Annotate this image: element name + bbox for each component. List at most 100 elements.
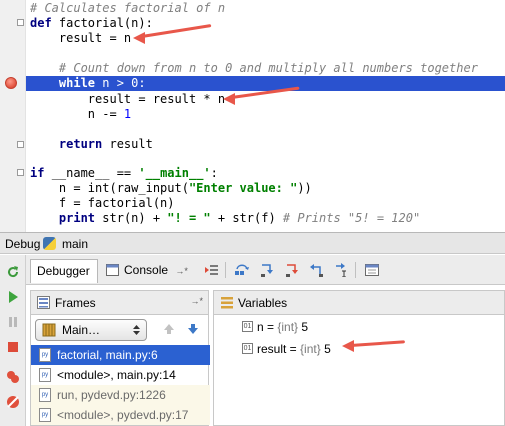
code-line[interactable]: result = result * n <box>30 92 225 107</box>
frames-label: Frames <box>55 296 96 310</box>
variable-type: {int} <box>300 342 321 356</box>
code-token: if <box>30 166 52 180</box>
debug-action-strip <box>0 255 26 426</box>
tab-console-label: Console <box>124 263 169 277</box>
code-token: n > <box>102 76 132 90</box>
frame-row[interactable]: py run, pydevd.py:1226 <box>31 385 210 405</box>
code-line[interactable]: if __name__ == '__main__': <box>30 166 218 181</box>
code-token: n = int(raw_input( <box>30 181 189 195</box>
run-to-cursor-icon[interactable] <box>335 263 349 277</box>
code-token: : <box>210 166 218 180</box>
tab-debugger[interactable]: Debugger <box>30 259 98 283</box>
frames-header: Frames →* <box>31 291 208 315</box>
resume-icon[interactable] <box>6 290 20 304</box>
evaluate-expression-icon[interactable] <box>365 263 379 277</box>
frame-row[interactable]: py <module>, main.py:14 <box>31 365 210 385</box>
breakpoint-icon[interactable] <box>5 77 17 89</box>
toolbar-separator <box>355 262 356 278</box>
code-line[interactable]: def factorial(n): <box>30 16 153 31</box>
variable-value: 5 <box>301 320 309 334</box>
console-pin-icon[interactable]: →* <box>175 266 188 276</box>
debug-tool-window-header: Debug main <box>0 232 505 254</box>
show-execution-point-icon[interactable] <box>205 263 219 277</box>
debug-toolbar: Debugger Console →* <box>26 255 505 285</box>
console-icon <box>106 264 119 276</box>
frames-pin-icon[interactable]: →* <box>190 296 203 306</box>
frame-label: run, pydevd.py:1226 <box>57 388 166 402</box>
thread-icon <box>42 323 56 337</box>
code-token: "! = " <box>167 211 211 225</box>
stop-icon[interactable] <box>6 340 20 354</box>
frame-down-icon[interactable] <box>187 323 199 335</box>
code-token: def <box>30 16 59 30</box>
code-token: __name__ == <box>51 166 139 180</box>
code-token: return <box>58 137 110 151</box>
code-token: "Enter value: " <box>188 181 298 195</box>
variable-row[interactable]: n = {int} 5 <box>257 317 308 337</box>
code-line[interactable]: return result <box>30 137 153 152</box>
code-token: n -= <box>30 107 124 121</box>
editor-gutter[interactable] <box>0 0 26 232</box>
variable-type: {int} <box>277 320 299 334</box>
tab-console[interactable]: Console →* <box>100 259 194 283</box>
pause-icon[interactable] <box>6 315 20 329</box>
step-into-icon[interactable] <box>260 263 274 277</box>
code-token: # Prints "5! = 120" <box>282 211 421 225</box>
tab-debugger-label: Debugger <box>37 264 90 278</box>
primitive-variable-icon: 01 <box>242 343 253 354</box>
fold-marker-icon[interactable] <box>17 141 24 148</box>
code-token: + str(f) <box>210 211 283 225</box>
fold-marker-icon[interactable] <box>17 19 24 26</box>
code-token: str(n) + <box>102 211 168 225</box>
variable-row[interactable]: result = {int} 5 <box>257 339 331 359</box>
variables-label: Variables <box>238 296 288 310</box>
frame-row[interactable]: py <module>, pydevd.py:17 <box>31 405 210 425</box>
variable-equals: = <box>286 342 301 356</box>
rerun-icon[interactable] <box>6 265 20 279</box>
view-breakpoints-icon[interactable] <box>6 370 20 384</box>
code-token: print <box>58 211 103 225</box>
step-out-icon[interactable] <box>310 263 324 277</box>
code-token: factorial(n): <box>58 16 153 30</box>
code-token: f = factorial(n) <box>30 196 175 210</box>
code-token: result = result * n <box>30 92 226 106</box>
code-line[interactable]: result = n <box>30 31 131 46</box>
code-line[interactable]: print str(n) + "! = " + str(f) # Prints … <box>30 211 420 226</box>
execution-point-line[interactable]: while n > 0: <box>26 76 505 91</box>
frame-up-icon[interactable] <box>163 323 175 335</box>
python-file-icon: py <box>39 388 51 402</box>
force-step-into-icon[interactable] <box>285 263 299 277</box>
thread-select[interactable]: Main… <box>35 319 147 341</box>
frame-label: factorial, main.py:6 <box>57 348 158 362</box>
code-token: 1 <box>123 107 132 121</box>
code-line[interactable]: f = factorial(n) <box>30 196 175 211</box>
code-token: result <box>109 137 153 151</box>
frame-row[interactable]: py factorial, main.py:6 <box>31 345 210 365</box>
mute-breakpoints-icon[interactable] <box>6 395 20 409</box>
code-token: # Calculates factorial of n <box>30 1 226 15</box>
fold-marker-icon[interactable] <box>17 169 24 176</box>
code-token: result = n <box>30 31 132 45</box>
variables-header: Variables <box>214 291 504 315</box>
frame-label: <module>, pydevd.py:17 <box>57 408 189 422</box>
step-over-icon[interactable] <box>235 263 249 277</box>
code-editor[interactable]: # Calculates factorial of n def factorial… <box>0 0 505 232</box>
thread-select-value: Main… <box>62 323 101 337</box>
variable-equals: = <box>263 320 278 334</box>
frame-label: <module>, main.py:14 <box>57 368 176 382</box>
code-line[interactable]: # Count down from n to 0 and multiply al… <box>30 61 478 76</box>
primitive-variable-icon: 01 <box>242 321 253 332</box>
code-line[interactable]: # Calculates factorial of n <box>30 1 225 16</box>
python-file-icon: py <box>39 408 51 422</box>
frames-panel: Frames →* Main… py factorial, main.py:6 py… <box>30 290 210 426</box>
code-token: # Count down from n to 0 and multiply al… <box>30 61 478 75</box>
code-token: )) <box>297 181 312 195</box>
run-config-name: main <box>62 237 89 251</box>
code-line[interactable]: n -= 1 <box>30 107 131 122</box>
variable-name: n <box>257 320 264 334</box>
python-icon <box>43 237 56 250</box>
code-token: '__main__' <box>138 166 211 180</box>
code-line[interactable]: n = int(raw_input("Enter value: ")) <box>30 181 312 196</box>
